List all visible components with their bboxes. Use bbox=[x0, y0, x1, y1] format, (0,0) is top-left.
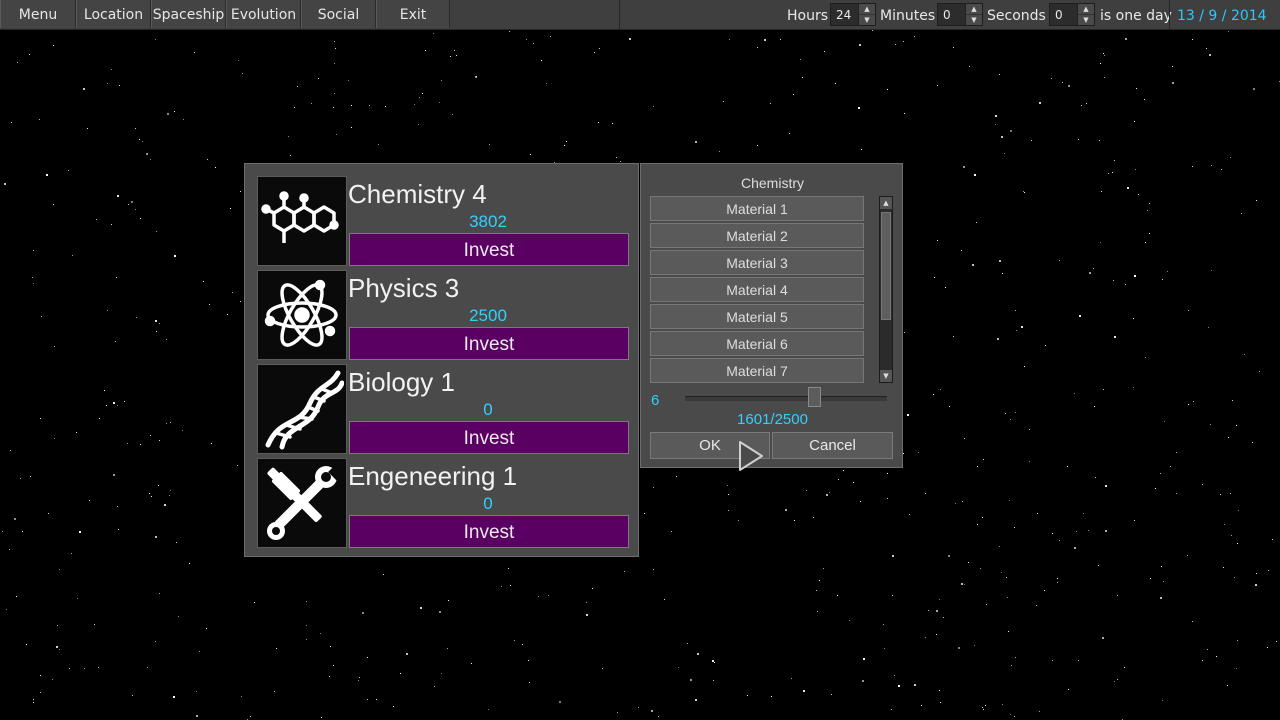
material-list-item[interactable]: Material 6 bbox=[650, 331, 864, 356]
material-list-item[interactable]: Material 5 bbox=[650, 304, 864, 329]
atom-icon bbox=[264, 279, 338, 347]
physics-points: 2500 bbox=[469, 306, 507, 325]
hours-decrement-icon[interactable]: ▼ bbox=[859, 15, 875, 25]
minutes-spinbox[interactable]: 0 ▲ ▼ bbox=[937, 3, 983, 26]
progress-readout: 1601/2500 bbox=[737, 411, 808, 428]
date-divider bbox=[1169, 0, 1170, 29]
amount-slider-handle[interactable] bbox=[807, 387, 821, 407]
material-list-item[interactable]: Material 2 bbox=[650, 223, 864, 248]
engineering-invest-button[interactable]: Invest bbox=[349, 515, 629, 548]
seconds-spinbox[interactable]: 0 ▲ ▼ bbox=[1049, 3, 1095, 26]
dna-icon bbox=[265, 370, 344, 450]
top-menu-bar: Menu Location Spaceship Evolution Social… bbox=[0, 0, 1280, 30]
chemistry-level: Chemistry 4 bbox=[348, 179, 487, 209]
engineering-level: Engeneering 1 bbox=[348, 461, 518, 491]
hours-spin-arrows: ▲ ▼ bbox=[858, 4, 875, 25]
materials-scrollbar[interactable]: ▲ ▼ bbox=[879, 196, 893, 383]
evolution-button[interactable]: Evolution bbox=[226, 0, 301, 28]
chemistry-invest-button[interactable]: Invest bbox=[349, 233, 629, 266]
seconds-increment-icon[interactable]: ▲ bbox=[1078, 4, 1094, 15]
materials-list: Material 1 Material 2 Material 3 Materia… bbox=[650, 196, 868, 383]
physics-level: Physics 3 bbox=[348, 273, 460, 303]
minutes-value: 0 bbox=[943, 8, 951, 22]
seconds-spin-arrows: ▲ ▼ bbox=[1077, 4, 1094, 25]
biology-level: Biology 1 bbox=[348, 367, 455, 397]
hours-label: Hours bbox=[787, 8, 829, 24]
material-list-item[interactable]: Material 3 bbox=[650, 250, 864, 275]
seconds-value: 0 bbox=[1055, 8, 1063, 22]
hours-value: 24 bbox=[836, 8, 852, 22]
exit-button[interactable]: Exit bbox=[376, 0, 450, 28]
minutes-decrement-icon[interactable]: ▼ bbox=[966, 15, 982, 25]
scroll-down-icon[interactable]: ▼ bbox=[880, 370, 892, 382]
material-list-item[interactable]: Material 7 bbox=[650, 358, 864, 383]
physics-invest-button[interactable]: Invest bbox=[349, 327, 629, 360]
slider-value: 6 bbox=[651, 392, 660, 409]
menu-button[interactable]: Menu bbox=[0, 0, 76, 28]
minutes-label: Minutes bbox=[880, 8, 936, 24]
dialog-title: Chemistry bbox=[740, 175, 804, 191]
material-list-item[interactable]: Material 4 bbox=[650, 277, 864, 302]
engineering-points: 0 bbox=[483, 494, 493, 513]
chemistry-points: 3802 bbox=[469, 212, 507, 231]
cancel-button[interactable]: Cancel bbox=[772, 432, 893, 459]
location-button[interactable]: Location bbox=[76, 0, 151, 28]
research-panel: Chemistry 4 3802 Invest Physics 3 2500 I… bbox=[244, 163, 639, 557]
physics-icon-box bbox=[257, 270, 347, 360]
biology-invest-button[interactable]: Invest bbox=[349, 421, 629, 454]
minutes-increment-icon[interactable]: ▲ bbox=[966, 4, 982, 15]
spaceship-button[interactable]: Spaceship bbox=[151, 0, 226, 28]
seconds-label: Seconds bbox=[987, 8, 1046, 24]
biology-icon-box bbox=[257, 364, 347, 454]
material-list-item[interactable]: Material 1 bbox=[650, 196, 864, 221]
mouse-cursor-icon bbox=[739, 441, 763, 471]
social-button[interactable]: Social bbox=[301, 0, 376, 28]
materials-dialog: Chemistry Material 1 Material 2 Material… bbox=[640, 163, 903, 468]
seconds-decrement-icon[interactable]: ▼ bbox=[1078, 15, 1094, 25]
engineering-icon-box bbox=[257, 458, 347, 548]
hours-spinbox[interactable]: 24 ▲ ▼ bbox=[830, 3, 876, 26]
biology-points: 0 bbox=[483, 400, 493, 419]
tools-icon bbox=[267, 466, 343, 540]
chemistry-icon-box bbox=[257, 176, 347, 266]
amount-slider-track[interactable] bbox=[685, 396, 887, 401]
time-scale-suffix: is one day bbox=[1100, 8, 1172, 24]
scroll-thumb[interactable] bbox=[881, 212, 891, 320]
scroll-up-icon[interactable]: ▲ bbox=[880, 197, 892, 209]
molecule-icon bbox=[261, 191, 339, 243]
toolbar-divider bbox=[619, 0, 620, 29]
minutes-spin-arrows: ▲ ▼ bbox=[965, 4, 982, 25]
game-date: 13 / 9 / 2014 bbox=[1177, 8, 1267, 24]
hours-increment-icon[interactable]: ▲ bbox=[859, 4, 875, 15]
